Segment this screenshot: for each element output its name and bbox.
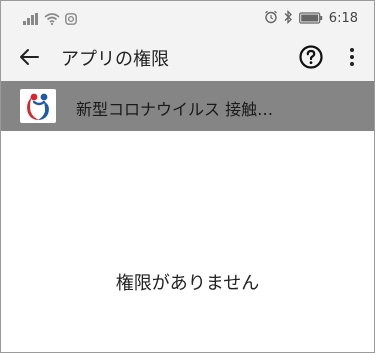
instagram-icon [65,10,77,29]
app-logo-icon [20,89,56,123]
help-button[interactable] [298,44,324,70]
app-bar: アプリの権限 [1,33,374,81]
bluetooth-icon [284,9,293,28]
app-list-item[interactable]: 新型コロナウイルス 接触… [1,81,374,131]
status-bar: 6:18 [1,1,374,33]
wifi-icon [44,10,60,29]
status-left-icons [23,10,77,29]
app-permissions-screen: 6:18 アプリの権限 新型コロナウイルス 接触… 権限がありません [0,0,375,353]
battery-icon [298,9,323,28]
app-name-label: 新型コロナウイルス 接触… [76,100,274,119]
status-right-icons: 6:18 [264,9,358,28]
help-circle-icon [298,45,324,74]
page-title: アプリの権限 [61,49,169,70]
status-time: 6:18 [328,11,358,26]
back-button[interactable] [17,45,41,69]
empty-state-message: 権限がありません [115,273,260,294]
alarm-clock-icon [264,9,278,28]
signal-bars-icon [23,10,39,29]
more-vert-icon [340,48,364,73]
arrow-back-icon [17,49,41,73]
more-options-button[interactable] [340,45,364,69]
